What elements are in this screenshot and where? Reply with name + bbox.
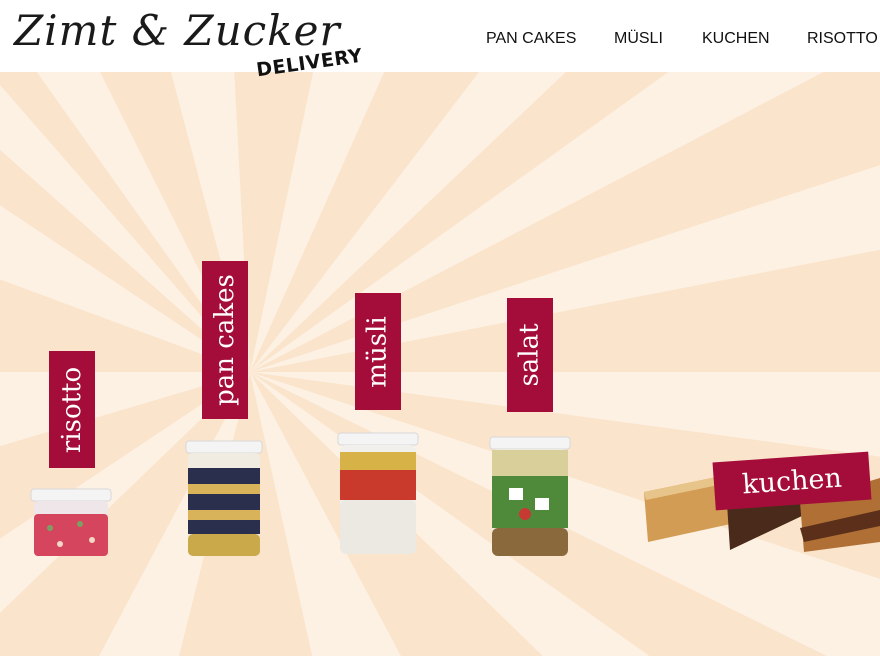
label-kuchen-text: kuchen [741, 462, 843, 500]
nav-item-kuchen[interactable]: KUCHEN [702, 30, 770, 48]
label-pan-cakes-text: pan cakes [210, 274, 241, 406]
site-header: Zimt & Zucker PAN CAKES MÜSLI KUCHEN RIS… [0, 0, 880, 72]
jar-salat[interactable] [489, 436, 571, 558]
label-muesli-text: müsli [363, 315, 393, 388]
label-salat[interactable]: salat [507, 298, 553, 412]
logo[interactable]: Zimt & Zucker [14, 6, 341, 55]
sunburst-background [0, 72, 880, 660]
nav-item-muesli[interactable]: MÜSLI [614, 30, 663, 48]
label-salat-text: salat [515, 323, 546, 387]
label-risotto[interactable]: risotto [49, 351, 95, 468]
nav-item-pan-cakes[interactable]: PAN CAKES [486, 30, 576, 48]
jar-risotto[interactable] [30, 488, 112, 558]
label-muesli[interactable]: müsli [355, 293, 401, 410]
nav-item-risotto[interactable]: RISOTTO [807, 30, 878, 48]
label-pan-cakes[interactable]: pan cakes [202, 261, 248, 419]
product-stage: risotto pan cakes müsli salat kuchen [0, 72, 880, 660]
jar-muesli[interactable] [337, 432, 419, 556]
label-risotto-text: risotto [57, 366, 88, 453]
jar-pan-cakes[interactable] [185, 440, 263, 558]
footer-divider [0, 656, 880, 660]
